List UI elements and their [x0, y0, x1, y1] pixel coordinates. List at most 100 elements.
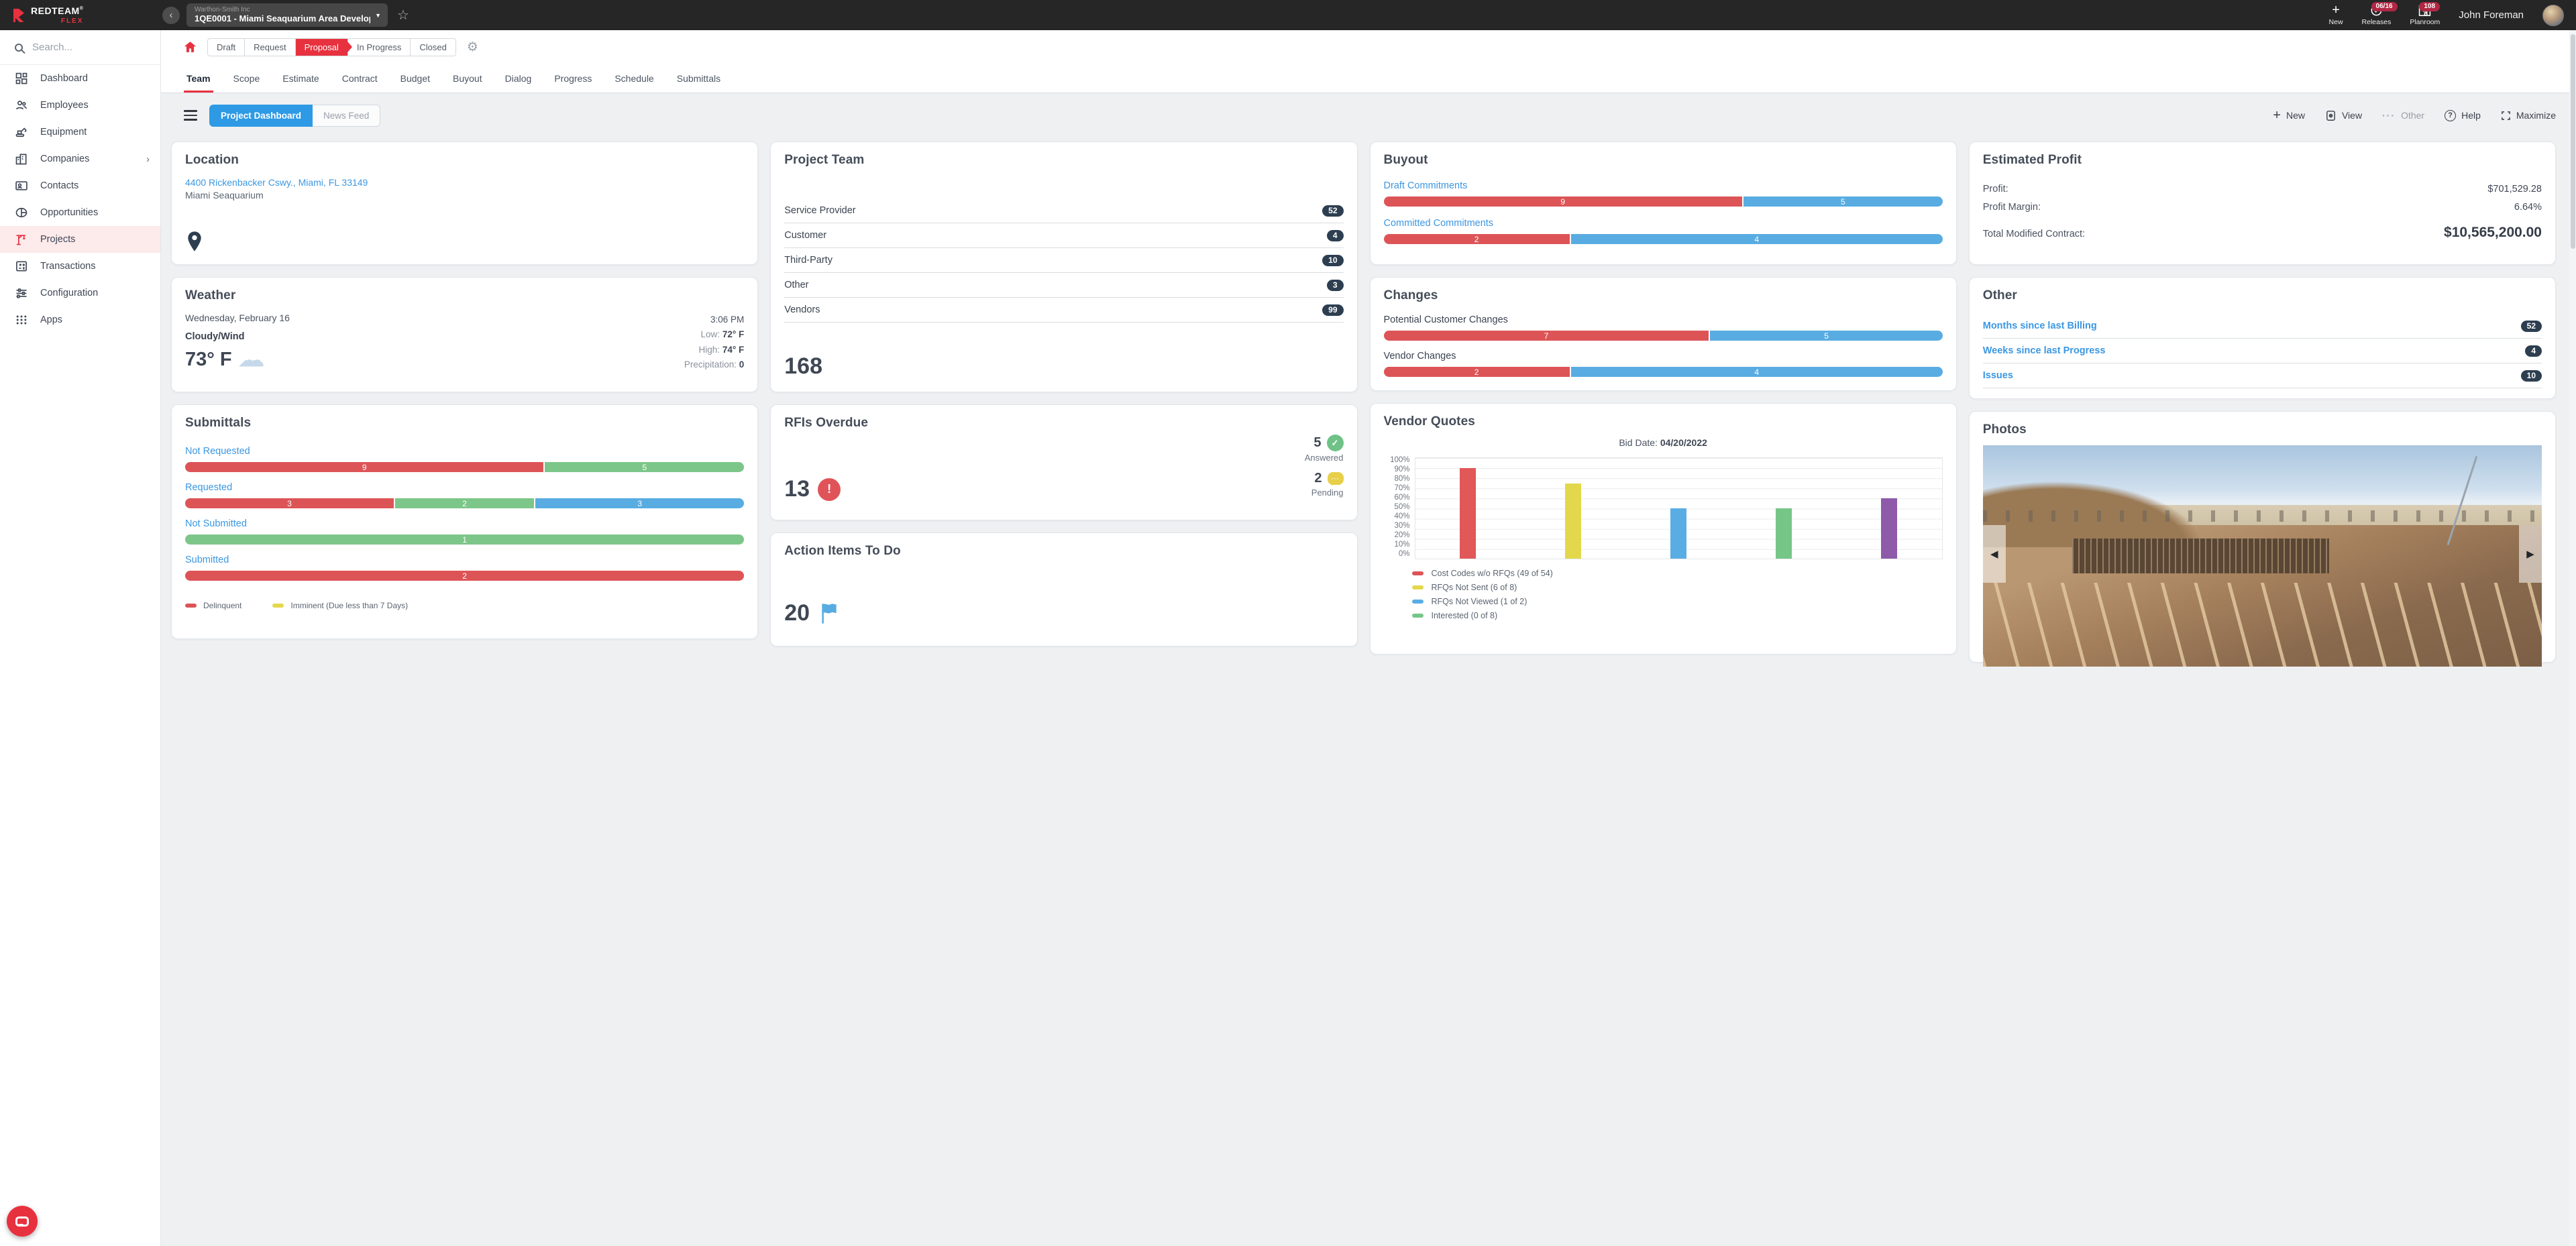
- carousel-next-button[interactable]: ▶: [2519, 524, 2542, 583]
- cards-column-4: Estimated Profit Profit: $701,529.28 Prof…: [1968, 141, 2556, 667]
- bar-segment: 3: [185, 498, 395, 508]
- team-row[interactable]: Third-Party 10: [784, 248, 1344, 273]
- stacked-bar: 2 4: [1383, 234, 1943, 244]
- page-scrollbar[interactable]: [2569, 30, 2576, 1246]
- bar-segment: 5: [1743, 196, 1943, 207]
- legend-swatch-green: [1411, 613, 1424, 618]
- toggle-project-dashboard[interactable]: Project Dashboard: [209, 104, 313, 127]
- sidebar-search[interactable]: [0, 30, 160, 65]
- project-section-tabs: Team Scope Estimate Contract Budget Buyo…: [161, 64, 2576, 93]
- collapse-project-button[interactable]: ‹: [162, 6, 180, 24]
- scrollbar-thumb[interactable]: [2570, 34, 2575, 249]
- action-items-card: Action Items To Do 20: [770, 532, 1358, 646]
- team-row[interactable]: Service Provider 52: [784, 199, 1344, 223]
- sidebar-item-apps[interactable]: Apps: [0, 306, 160, 333]
- tab-buyout[interactable]: Buyout: [453, 64, 482, 93]
- potential-customer-changes-label: Potential Customer Changes: [1383, 315, 1508, 325]
- status-tab-draft[interactable]: Draft: [208, 38, 246, 56]
- bar-cost-codes[interactable]: [1460, 468, 1477, 559]
- sidebar-item-dashboard[interactable]: Dashboard: [0, 65, 160, 92]
- sidebar-item-transactions[interactable]: Transactions: [0, 253, 160, 280]
- status-tab-in-progress[interactable]: In Progress: [347, 38, 411, 56]
- maximize-button[interactable]: Maximize: [2501, 110, 2556, 121]
- other-row[interactable]: Months since last Billing 52: [1982, 314, 2542, 339]
- count-badge: 10: [2520, 370, 2542, 382]
- team-row[interactable]: Customer 4: [784, 223, 1344, 248]
- sidebar-item-opportunities[interactable]: Opportunities: [0, 199, 160, 226]
- view-button[interactable]: View: [2325, 110, 2362, 121]
- tab-submittals[interactable]: Submittals: [677, 64, 720, 93]
- toggle-news-feed[interactable]: News Feed: [313, 104, 381, 127]
- weeks-since-progress-link[interactable]: Weeks since last Progress: [1983, 345, 2106, 356]
- status-tab-closed[interactable]: Closed: [411, 38, 455, 56]
- map-pin-icon[interactable]: [186, 231, 203, 252]
- sidebar-item-equipment[interactable]: Equipment: [0, 119, 160, 146]
- bar-rfqs-not-viewed[interactable]: [1670, 508, 1687, 559]
- count-badge: 3: [1326, 279, 1344, 291]
- rfis-pending-count: 2: [1314, 471, 1322, 486]
- issues-link[interactable]: Issues: [1983, 370, 2013, 381]
- bar-series-5[interactable]: [1881, 498, 1898, 559]
- other-row[interactable]: Weeks since last Progress 4: [1982, 339, 2542, 363]
- tab-budget[interactable]: Budget: [400, 64, 430, 93]
- building-icon: [15, 152, 28, 166]
- user-name[interactable]: John Foreman: [2459, 9, 2524, 21]
- location-address-link[interactable]: 4400 Rickenbacker Cswy., Miami, FL 33149: [185, 177, 368, 188]
- active-tab-arrow: [347, 42, 352, 52]
- status-tab-proposal[interactable]: Proposal: [295, 38, 352, 56]
- planroom-button[interactable]: Planroom 108: [2410, 1, 2440, 26]
- draft-commitments-link[interactable]: Draft Commitments: [1384, 180, 1468, 191]
- other-button[interactable]: ··· Other: [2382, 110, 2424, 121]
- view-icon: [2325, 110, 2337, 121]
- tab-progress[interactable]: Progress: [554, 64, 592, 93]
- submittals-group: Requested 3 2 3: [185, 482, 745, 508]
- chat-launcher-button[interactable]: [7, 1206, 38, 1237]
- check-circle-icon: ✓: [1326, 435, 1344, 451]
- tab-team[interactable]: Team: [184, 64, 213, 93]
- tab-estimate[interactable]: Estimate: [282, 64, 319, 93]
- sidebar-item-configuration[interactable]: Configuration: [0, 280, 160, 306]
- project-selector-dropdown[interactable]: Warthon-Smith Inc 1QE0001 - Miami Seaqua…: [186, 3, 388, 27]
- team-row[interactable]: Vendors 99: [784, 298, 1344, 323]
- tab-dialog[interactable]: Dialog: [505, 64, 532, 93]
- committed-commitments-link[interactable]: Committed Commitments: [1384, 218, 1494, 229]
- help-button[interactable]: ? Help: [2445, 109, 2481, 121]
- card-title: Buyout: [1383, 153, 1428, 167]
- new-widget-button[interactable]: + New: [2273, 109, 2305, 122]
- bar-interested[interactable]: [1776, 508, 1792, 559]
- submittals-not-requested-link[interactable]: Not Requested: [185, 446, 250, 457]
- carousel-prev-button[interactable]: ◀: [1982, 524, 2006, 583]
- search-input[interactable]: [32, 42, 133, 53]
- bar-segment: 7: [1383, 331, 1711, 341]
- months-since-billing-link[interactable]: Months since last Billing: [1983, 321, 2097, 331]
- apps-grid-icon: [15, 313, 28, 327]
- sidebar-item-projects[interactable]: Projects: [0, 226, 160, 253]
- status-tab-request[interactable]: Request: [245, 38, 296, 56]
- brand-logo[interactable]: REDTEAM® FLEX: [0, 6, 161, 25]
- sidebar-item-companies[interactable]: Companies ›: [0, 146, 160, 172]
- submittals-not-submitted-link[interactable]: Not Submitted: [185, 518, 247, 529]
- menu-icon[interactable]: [184, 110, 197, 121]
- favorite-star-icon[interactable]: ☆: [397, 7, 409, 23]
- profit-margin-value: 6.64%: [2514, 202, 2542, 213]
- tab-scope[interactable]: Scope: [233, 64, 260, 93]
- weather-left: Wednesday, February 16 Cloudy/Wind 73° F…: [185, 313, 290, 372]
- tab-contract[interactable]: Contract: [342, 64, 378, 93]
- team-row[interactable]: Other 3: [784, 273, 1344, 298]
- bar-rfqs-not-sent[interactable]: [1565, 483, 1582, 559]
- tab-schedule[interactable]: Schedule: [614, 64, 653, 93]
- new-button[interactable]: + New: [2329, 3, 2343, 26]
- count-badge: 99: [1322, 304, 1344, 316]
- maximize-icon: [2501, 111, 2511, 121]
- people-icon: [15, 99, 28, 112]
- sidebar-item-contacts[interactable]: Contacts: [0, 172, 160, 199]
- home-icon[interactable]: [184, 41, 197, 53]
- other-row[interactable]: Issues 10: [1982, 363, 2542, 388]
- releases-button[interactable]: Releases 06/16: [2362, 1, 2398, 26]
- gear-icon[interactable]: ⚙: [467, 40, 478, 55]
- user-avatar[interactable]: [2542, 4, 2564, 26]
- submittals-submitted-link[interactable]: Submitted: [185, 555, 229, 565]
- submittals-requested-link[interactable]: Requested: [185, 482, 232, 493]
- legend-swatch-red: [185, 603, 197, 608]
- sidebar-item-employees[interactable]: Employees: [0, 92, 160, 119]
